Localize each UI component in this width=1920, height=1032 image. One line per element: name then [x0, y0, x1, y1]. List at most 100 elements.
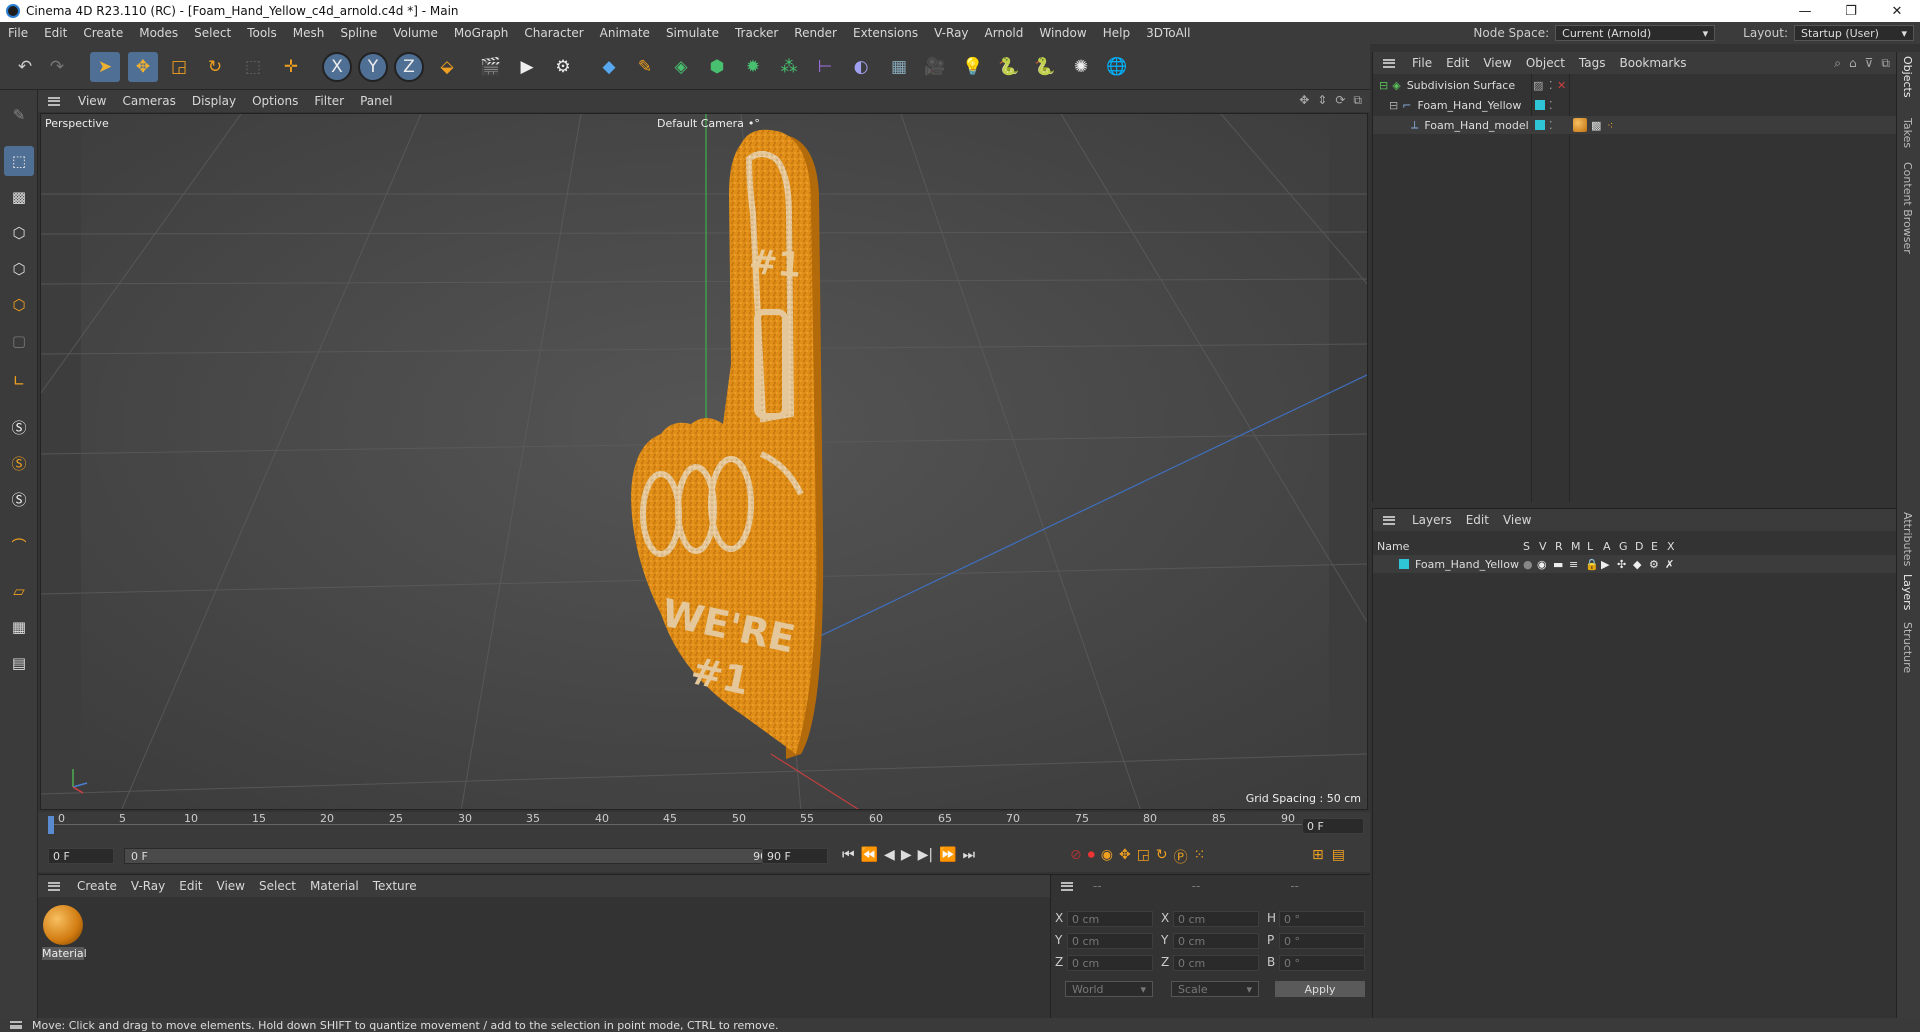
new-window-icon[interactable]: ⧉ [1881, 56, 1890, 71]
tab-attributes[interactable]: Attributes [1901, 512, 1914, 566]
pos-y-field[interactable]: 0 cm [1067, 933, 1153, 949]
viewport-pan-icon[interactable]: ✥ [1299, 93, 1309, 108]
move-icon[interactable]: ✥ [128, 52, 158, 82]
texture-mode-icon[interactable]: ▩ [4, 182, 34, 212]
object-row-foam-hand-yellow[interactable]: ⊟ ⌐ Foam_Hand_Yellow ⁚ [1373, 96, 1897, 114]
menu-mograph[interactable]: MoGraph [446, 26, 517, 40]
snap-quantize-icon[interactable]: Ⓢ [4, 484, 34, 514]
object-menu-object[interactable]: Object [1519, 56, 1572, 70]
menu-file[interactable]: File [0, 26, 36, 40]
object-menu-tags[interactable]: Tags [1572, 56, 1613, 70]
uv-mode-icon[interactable]: ▢ [4, 326, 34, 356]
maximize-button[interactable]: ❐ [1828, 0, 1874, 22]
playhead-marker[interactable] [48, 816, 54, 834]
node-space-dropdown[interactable]: Current (Arnold) ▾ [1555, 25, 1716, 41]
tab-layers[interactable]: Layers [1901, 574, 1914, 610]
globe-icon[interactable]: 🌐 [1102, 52, 1132, 82]
viewport-menu-panel[interactable]: Panel [352, 94, 400, 108]
key-rotation-icon[interactable]: ↻ [1156, 847, 1168, 867]
layout-dropdown[interactable]: Startup (User) ▾ [1794, 25, 1914, 41]
x-axis-icon[interactable]: X [322, 52, 352, 82]
undo-icon[interactable]: ↶ [10, 52, 40, 82]
search-icon[interactable]: ⌕ [1834, 56, 1841, 71]
end-frame-field[interactable]: 90 F [762, 848, 828, 864]
render-picture-icon[interactable]: ▶ [512, 52, 542, 82]
viewport-menu-cameras[interactable]: Cameras [114, 94, 183, 108]
scale-icon[interactable]: ◲ [164, 52, 194, 82]
camera-icon[interactable]: 🎥 [920, 52, 950, 82]
view-eye-icon[interactable]: ◉ [1537, 558, 1547, 571]
subdivision-icon[interactable]: ◈ [666, 52, 696, 82]
viewport-camera-label[interactable]: Default Camera •° [657, 117, 760, 130]
select-cursor-icon[interactable]: ➤ [90, 52, 120, 82]
rotate-icon[interactable]: ↻ [200, 52, 230, 82]
edit-toggle-icon[interactable]: ▨ [1533, 79, 1543, 92]
render-settings-icon[interactable]: ⚙ [548, 52, 578, 82]
mograph-icon[interactable]: ⁂ [774, 52, 804, 82]
timeline-window-icon[interactable]: ⊞ [1312, 847, 1324, 863]
viewport-menu-view[interactable]: View [70, 94, 114, 108]
render-view-icon[interactable]: 🎬 [476, 52, 506, 82]
snap-settings-icon[interactable]: Ⓢ [4, 448, 34, 478]
expressions-icon[interactable]: ⚙ [1649, 558, 1659, 571]
goto-end-icon[interactable]: ⏭ [963, 847, 976, 863]
material-menu-view[interactable]: View [210, 879, 252, 893]
menu-arnold[interactable]: Arnold [977, 26, 1032, 40]
menu-tracker[interactable]: Tracker [727, 26, 786, 40]
material-menu-vray[interactable]: V-Ray [124, 879, 172, 893]
key-position-icon[interactable]: ✥ [1119, 847, 1131, 867]
key-scale-icon[interactable]: ◲ [1137, 847, 1150, 867]
grid-icon[interactable]: ▦ [4, 612, 34, 642]
solo-icon[interactable]: ● [1523, 558, 1533, 571]
goto-start-icon[interactable]: ⏮ [842, 847, 855, 863]
layer-menu-view[interactable]: View [1496, 513, 1538, 527]
menu-3dtoall[interactable]: 3DToAll [1138, 26, 1198, 40]
extrude-icon[interactable]: ⬢ [702, 52, 732, 82]
model-mode-icon[interactable]: ⬚ [4, 146, 34, 176]
range-slider[interactable]: 0 F 90 F [124, 848, 784, 864]
start-frame-field[interactable]: 0 F [48, 848, 114, 864]
viewport-maximize-icon[interactable]: ⧉ [1353, 93, 1362, 108]
animation-icon[interactable]: ▶ [1601, 558, 1609, 571]
rot-h-field[interactable]: 0 ° [1279, 911, 1365, 927]
lock-icon[interactable]: 🔒 [1585, 558, 1599, 571]
scale-dropdown[interactable]: Scale ▾ [1171, 981, 1259, 997]
material-menu-texture[interactable]: Texture [366, 879, 424, 893]
key-settings-icon[interactable]: ◉ [1101, 847, 1113, 867]
rot-b-field[interactable]: 0 ° [1279, 955, 1365, 971]
deformers-icon[interactable]: ◆ [1633, 558, 1641, 571]
cube-icon[interactable]: ◆ [594, 52, 624, 82]
viewport-rotate-icon[interactable]: ⟳ [1335, 93, 1345, 108]
menu-volume[interactable]: Volume [385, 26, 446, 40]
layer-row-foam-hand-yellow[interactable]: Foam_Hand_Yellow ● ◉ ▬ ≡ 🔒 ▶ ✣ ◆ ⚙ ✗ [1373, 555, 1897, 573]
apply-button[interactable]: Apply [1275, 981, 1365, 997]
deformer-icon[interactable]: ⊢ [810, 52, 840, 82]
size-x-field[interactable]: 0 cm [1173, 911, 1259, 927]
prev-key-icon[interactable]: ⏪ [861, 847, 878, 863]
hamburger-icon[interactable] [1383, 515, 1395, 525]
menu-vray[interactable]: V-Ray [926, 26, 976, 40]
move-tool-icon[interactable]: ✛ [276, 52, 306, 82]
axis-icon[interactable]: ∟ [4, 366, 34, 396]
material-thumbnail[interactable]: Material [42, 905, 87, 961]
y-axis-icon[interactable]: Y [358, 52, 388, 82]
edges-mode-icon[interactable]: ⬡ [4, 254, 34, 284]
minimize-button[interactable]: — [1782, 0, 1828, 22]
prev-frame-icon[interactable]: ◀ [884, 847, 895, 863]
make-editable-icon[interactable]: ✎ [4, 100, 34, 130]
layer-color-swatch[interactable] [1399, 559, 1409, 569]
layer-color-swatch[interactable] [1535, 100, 1545, 110]
floor-icon[interactable]: ▦ [884, 52, 914, 82]
grid-settings-icon[interactable]: ▤ [4, 648, 34, 678]
light-icon[interactable]: 💡 [958, 52, 988, 82]
menu-help[interactable]: Help [1095, 26, 1138, 40]
menu-edit[interactable]: Edit [36, 26, 75, 40]
material-menu-create[interactable]: Create [70, 879, 124, 893]
object-menu-bookmarks[interactable]: Bookmarks [1613, 56, 1694, 70]
pos-x-field[interactable]: 0 cm [1067, 911, 1153, 927]
timeline-ruler[interactable]: 0 5 10 15 20 25 30 35 40 45 50 55 60 65 … [38, 812, 1370, 842]
menu-mesh[interactable]: Mesh [285, 26, 333, 40]
hamburger-icon[interactable] [1061, 881, 1073, 891]
hamburger-icon[interactable] [48, 881, 60, 891]
current-frame-field[interactable]: 0 F [1302, 818, 1364, 834]
